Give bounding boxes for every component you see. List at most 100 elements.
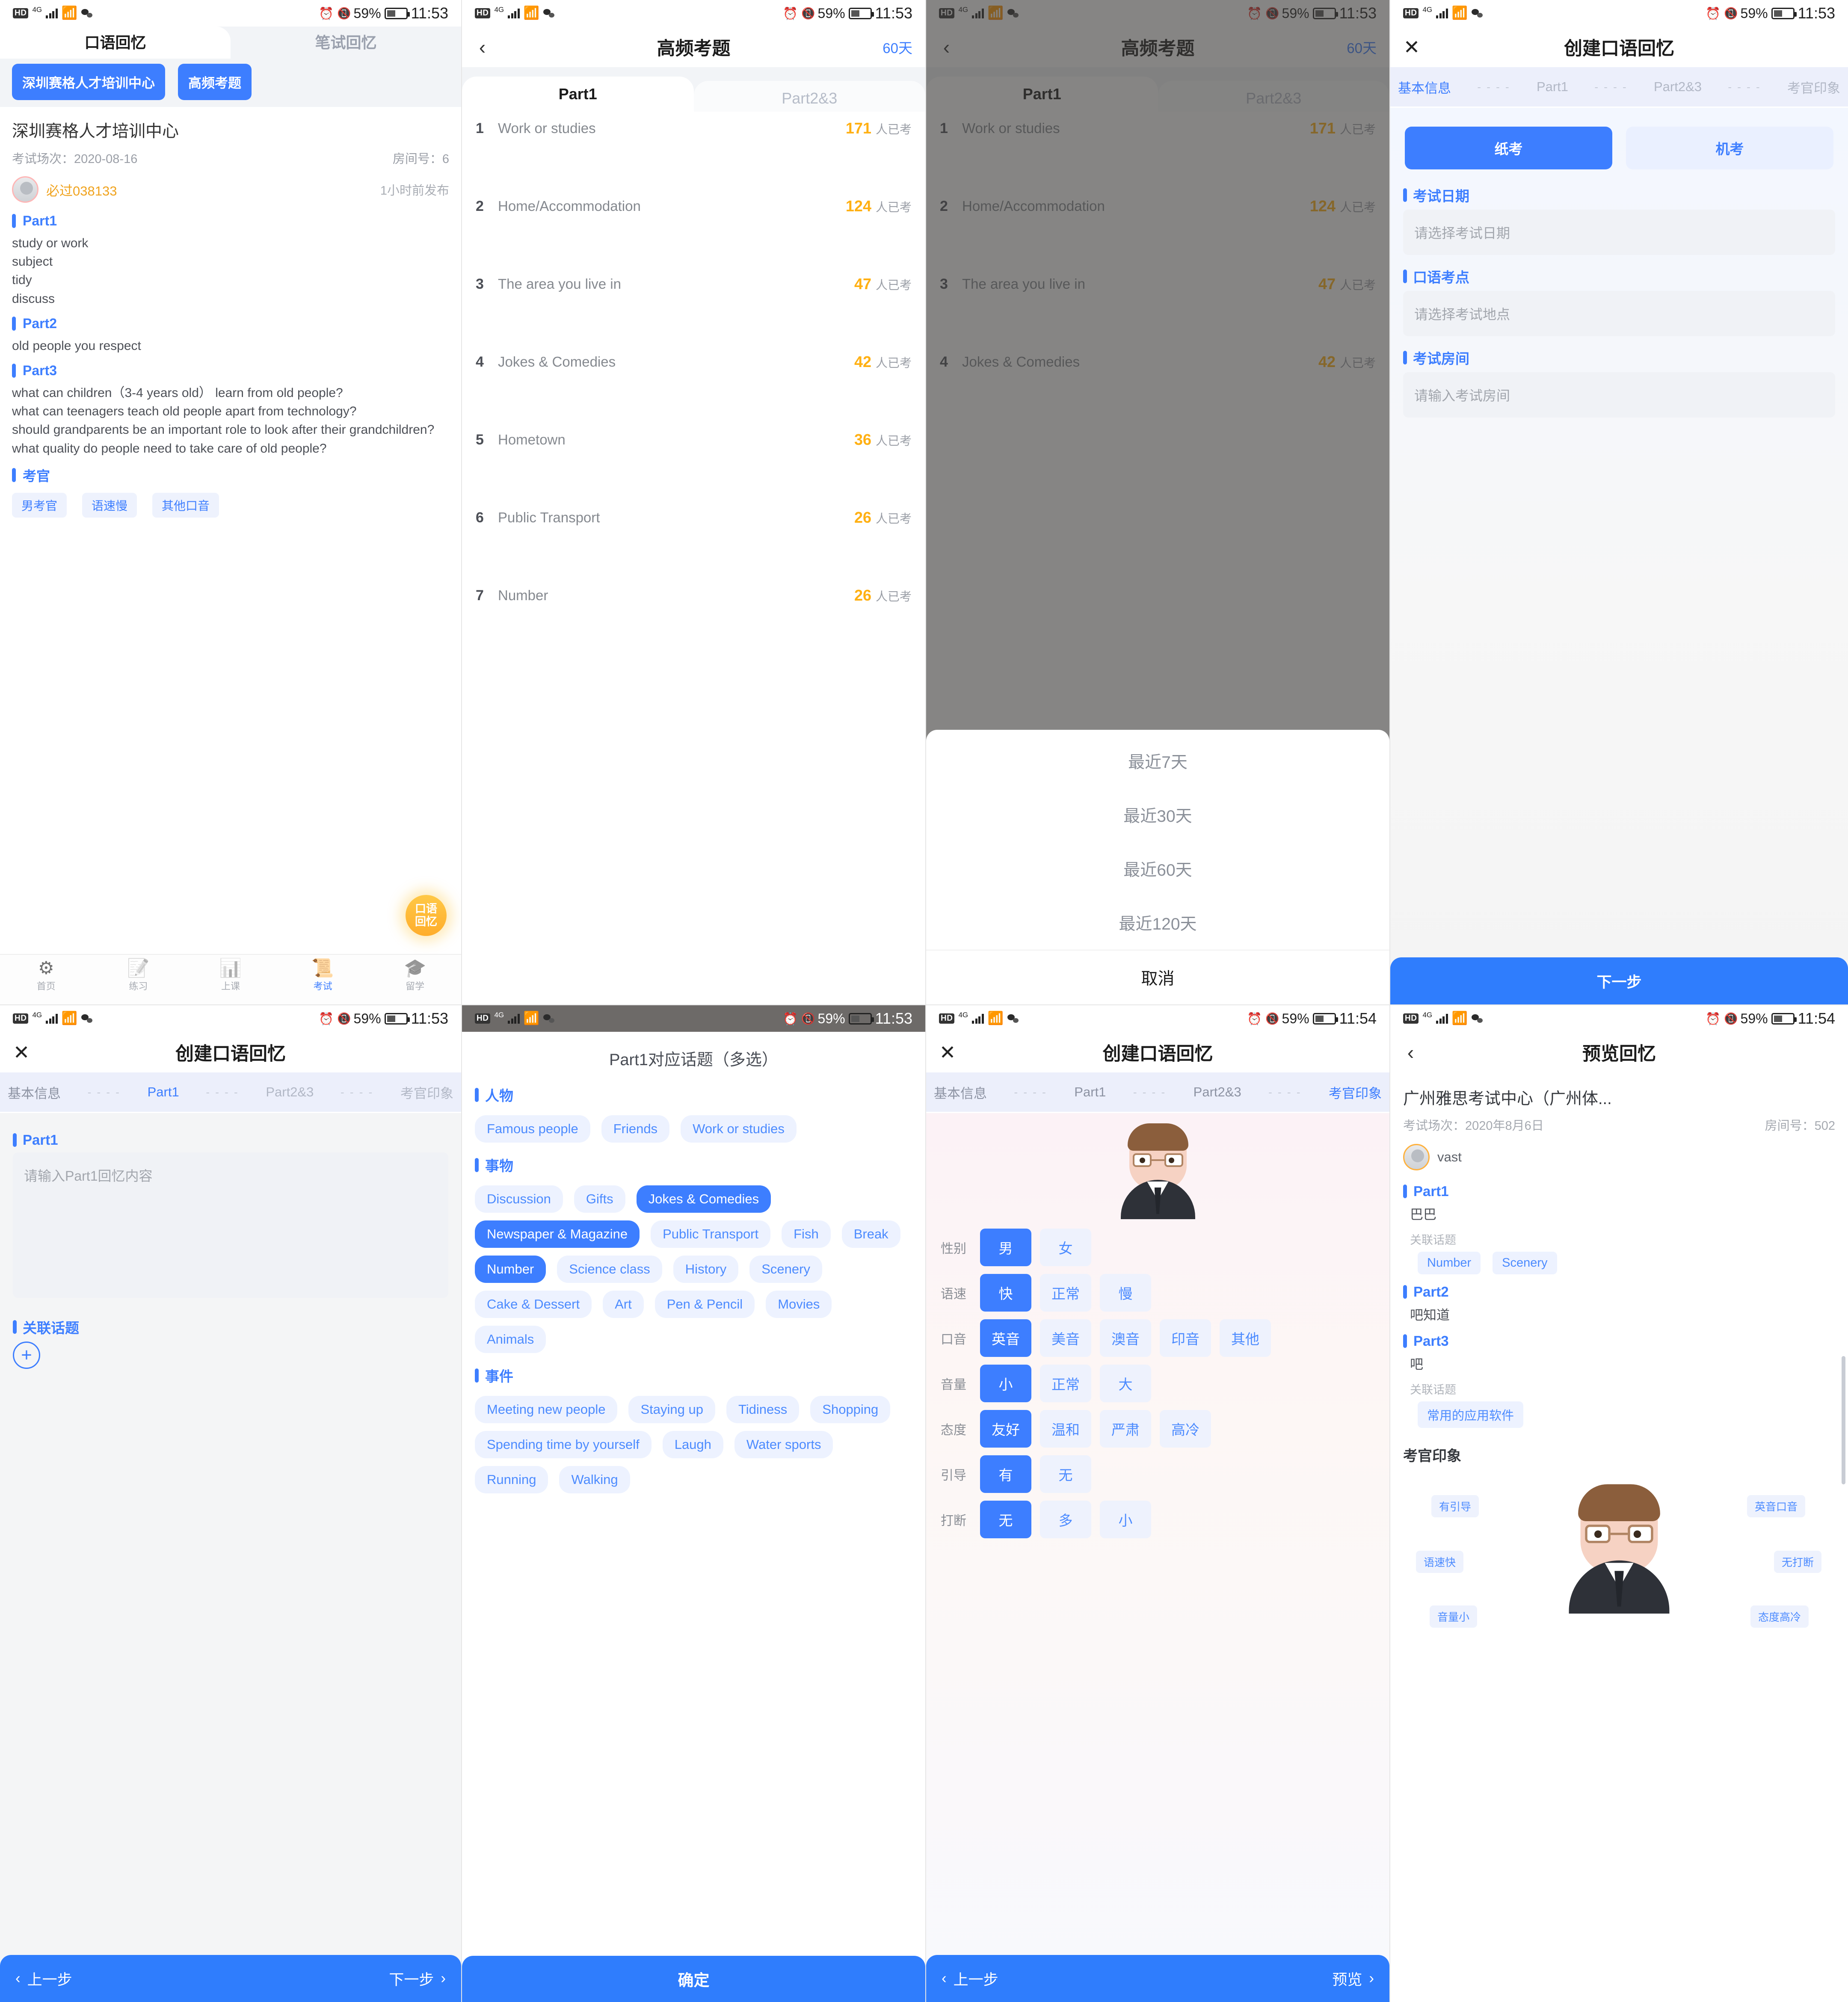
tab-exam[interactable]: 📜 考试 — [277, 955, 369, 1004]
step-examiner[interactable]: 考官印象 — [1787, 77, 1840, 97]
tab-class[interactable]: 📊 上课 — [184, 955, 277, 1004]
topic-chip[interactable]: Walking — [559, 1466, 630, 1493]
close-icon[interactable]: ✕ — [926, 1041, 969, 1064]
topic-chip[interactable]: Movies — [766, 1291, 832, 1318]
tab-home[interactable]: ⚙ 首页 — [0, 955, 92, 1004]
attr-option[interactable]: 小 — [1100, 1501, 1151, 1538]
step-part23[interactable]: Part2&3 — [1654, 79, 1702, 95]
tab-practice[interactable]: 📝 练习 — [92, 955, 185, 1004]
step-basic-info[interactable]: 基本信息 — [8, 1083, 61, 1102]
topic-chip[interactable]: Staying up — [628, 1396, 715, 1423]
topic-chip[interactable]: Gifts — [574, 1185, 625, 1213]
attr-option-selected[interactable]: 友好 — [980, 1410, 1031, 1448]
author-name[interactable]: 必过038133 — [46, 180, 117, 199]
sheet-option-60d[interactable]: 最近60天 — [926, 842, 1389, 896]
exam-date-input[interactable]: 请选择考试日期 — [1403, 210, 1835, 255]
attr-option[interactable]: 慢 — [1100, 1274, 1151, 1312]
attr-option[interactable]: 多 — [1040, 1501, 1091, 1538]
topic-chip[interactable]: Discussion — [475, 1185, 563, 1213]
close-icon[interactable]: ✕ — [0, 1041, 43, 1064]
topic-chip[interactable]: Friends — [601, 1115, 670, 1143]
attr-option-selected[interactable]: 英音 — [980, 1319, 1031, 1357]
attr-option[interactable]: 其他 — [1220, 1319, 1271, 1357]
table-row[interactable]: 4 Jokes & Comedies 42 人已考 — [462, 345, 925, 423]
back-icon[interactable]: ‹ — [1390, 1041, 1431, 1064]
topic-chip-selected[interactable]: Newspaper & Magazine — [475, 1220, 640, 1248]
attr-option[interactable]: 澳音 — [1100, 1319, 1151, 1357]
attr-option[interactable]: 严肃 — [1100, 1410, 1151, 1448]
topic-chip[interactable]: Fish — [782, 1220, 831, 1248]
sheet-option-120d[interactable]: 最近120天 — [926, 896, 1389, 950]
next-step-button[interactable]: 下一步 — [1390, 957, 1848, 1004]
exam-room-input[interactable]: 请输入考试房间 — [1403, 372, 1835, 418]
topic-chip[interactable]: Laugh — [662, 1431, 723, 1458]
step-part1[interactable]: Part1 — [148, 1084, 179, 1100]
tab-speaking-recall[interactable]: 口语回忆 — [0, 27, 231, 59]
attr-option-selected[interactable]: 小 — [980, 1365, 1031, 1402]
tab-part1[interactable]: Part1 — [462, 77, 694, 112]
table-row[interactable]: 7 Number 26 人已考 — [462, 579, 925, 657]
create-speaking-recall-fab[interactable]: 口语 回忆 — [406, 895, 447, 936]
step-part1[interactable]: Part1 — [1537, 79, 1568, 95]
topic-chip[interactable]: Tidiness — [726, 1396, 800, 1423]
attr-option[interactable]: 正常 — [1040, 1365, 1091, 1402]
attr-option[interactable]: 无 — [1040, 1455, 1091, 1493]
topic-chip[interactable]: Work or studies — [681, 1115, 797, 1143]
topic-chip[interactable]: Science class — [557, 1256, 662, 1283]
table-row[interactable]: 2 Home/Accommodation 124 人已考 — [462, 190, 925, 267]
topic-chip[interactable]: Animals — [475, 1326, 546, 1353]
table-row[interactable]: 5 Hometown 36 人已考 — [462, 423, 925, 501]
prev-step-button[interactable]: ‹ 上一步 — [942, 1968, 998, 1990]
topic-chip[interactable]: Cake & Dessert — [475, 1291, 592, 1318]
attr-option-selected[interactable]: 无 — [980, 1501, 1031, 1538]
attr-option-selected[interactable]: 男 — [980, 1229, 1031, 1266]
prev-step-button[interactable]: ‹ 上一步 — [15, 1968, 72, 1990]
topic-chip[interactable]: Shopping — [810, 1396, 891, 1423]
exam-type-computer[interactable]: 机考 — [1626, 127, 1833, 169]
filter-chip-high-frequency[interactable]: 高频考题 — [178, 64, 252, 100]
sheet-option-7d[interactable]: 最近7天 — [926, 734, 1389, 788]
step-part23[interactable]: Part2&3 — [266, 1084, 314, 1100]
step-basic-info[interactable]: 基本信息 — [1398, 77, 1451, 97]
topic-chip[interactable]: Break — [841, 1220, 900, 1248]
topic-chip[interactable]: Scenery — [749, 1256, 822, 1283]
topic-chip[interactable]: Art — [603, 1291, 644, 1318]
topic-chip[interactable]: Famous people — [475, 1115, 590, 1143]
topic-chip[interactable]: History — [673, 1256, 739, 1283]
preview-button[interactable]: 预览 › — [1332, 1968, 1374, 1990]
step-examiner[interactable]: 考官印象 — [1329, 1083, 1382, 1102]
step-basic-info[interactable]: 基本信息 — [934, 1083, 987, 1102]
table-row[interactable]: 6 Public Transport 26 人已考 — [462, 501, 925, 579]
add-topic-button[interactable]: + — [13, 1342, 40, 1369]
attr-option[interactable]: 美音 — [1040, 1319, 1091, 1357]
topic-chip[interactable]: Running — [475, 1466, 548, 1493]
attr-option-selected[interactable]: 有 — [980, 1455, 1031, 1493]
scrollbar[interactable] — [1842, 1356, 1845, 1484]
tab-part23[interactable]: Part2&3 — [693, 81, 925, 112]
attr-option[interactable]: 女 — [1040, 1229, 1091, 1266]
close-icon[interactable]: ✕ — [1390, 36, 1433, 59]
step-part1[interactable]: Part1 — [1074, 1084, 1106, 1100]
topic-chip[interactable]: Water sports — [734, 1431, 833, 1458]
sheet-cancel-button[interactable]: 取消 — [926, 950, 1389, 1004]
confirm-button[interactable]: 确定 — [462, 1956, 925, 2002]
topic-chip-selected[interactable]: Jokes & Comedies — [636, 1185, 771, 1213]
table-row[interactable]: 3 The area you live in 47 人已考 — [462, 267, 925, 345]
attr-option[interactable]: 印音 — [1160, 1319, 1211, 1357]
next-step-button[interactable]: 下一步 › — [389, 1968, 446, 1990]
topic-chip[interactable]: Spending time by yourself — [475, 1431, 652, 1458]
day-range-filter[interactable]: 60天 — [883, 37, 912, 57]
back-icon[interactable]: ‹ — [462, 36, 503, 59]
attr-option[interactable]: 正常 — [1040, 1274, 1091, 1312]
sheet-option-30d[interactable]: 最近30天 — [926, 788, 1389, 842]
topic-chip[interactable]: Public Transport — [651, 1220, 771, 1248]
topic-chip[interactable]: Pen & Pencil — [654, 1291, 755, 1318]
step-examiner[interactable]: 考官印象 — [400, 1083, 453, 1102]
table-row[interactable]: 1 Work or studies 171 人已考 — [462, 112, 925, 190]
filter-chip-center[interactable]: 深圳赛格人才培训中心 — [12, 64, 165, 100]
part1-content-textarea[interactable]: 请输入Part1回忆内容 — [13, 1152, 448, 1298]
attr-option-selected[interactable]: 快 — [980, 1274, 1031, 1312]
step-part23[interactable]: Part2&3 — [1194, 1084, 1241, 1100]
tab-writing-recall[interactable]: 笔试回忆 — [231, 27, 461, 59]
attr-option[interactable]: 大 — [1100, 1365, 1151, 1402]
